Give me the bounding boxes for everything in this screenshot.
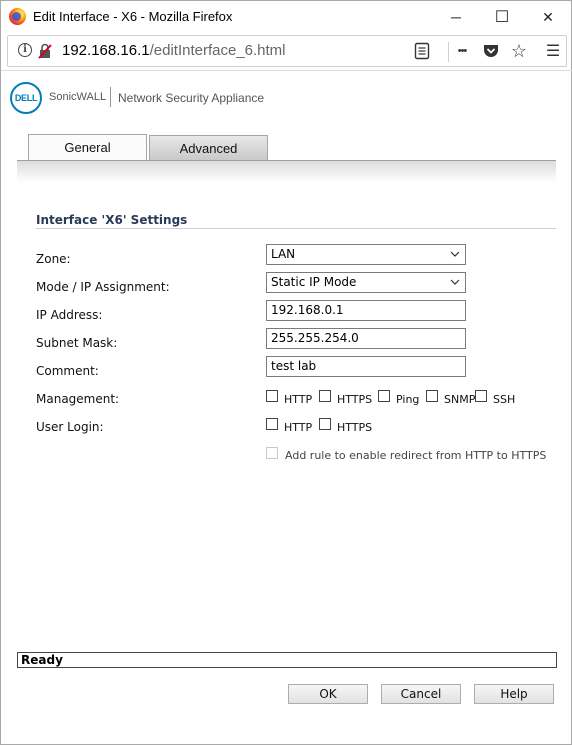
- toolbar-divider: [1, 70, 572, 71]
- zone-label: Zone:: [36, 252, 71, 266]
- info-icon[interactable]: i: [18, 43, 32, 57]
- section-divider: [36, 228, 556, 229]
- menu-icon[interactable]: ☰: [542, 40, 564, 62]
- section-title: Interface 'X6' Settings: [36, 213, 188, 227]
- minimize-button[interactable]: ─: [433, 1, 479, 33]
- mode-select[interactable]: Static IP Mode: [266, 272, 466, 293]
- tab-bar: [17, 160, 556, 183]
- user-login-http-checkbox[interactable]: [266, 418, 278, 430]
- chevron-down-icon: [450, 279, 460, 285]
- insecure-lock-icon[interactable]: [38, 43, 52, 59]
- url-bar[interactable]: i 192.168.16.1/editInterface_6.html ••• …: [7, 35, 567, 67]
- window-title: Edit Interface - X6 - Mozilla Firefox: [33, 9, 233, 24]
- user-login-https-label: HTTPS: [337, 421, 373, 434]
- management-http-checkbox[interactable]: [266, 390, 278, 402]
- zone-value: LAN: [271, 247, 296, 261]
- management-ssh-label: SSH: [493, 393, 516, 406]
- management-ping-label: Ping: [396, 393, 420, 406]
- tab-general[interactable]: General: [28, 134, 147, 160]
- management-https-label: HTTPS: [337, 393, 373, 406]
- management-ping-checkbox[interactable]: [378, 390, 390, 402]
- management-snmp-checkbox[interactable]: [426, 390, 438, 402]
- help-button[interactable]: Help: [474, 684, 554, 704]
- subnet-mask-label: Subnet Mask:: [36, 336, 118, 350]
- management-https-checkbox[interactable]: [319, 390, 331, 402]
- maximize-icon: ☐: [494, 9, 510, 26]
- comment-input[interactable]: test lab: [266, 356, 466, 377]
- url-text[interactable]: 192.168.16.1/editInterface_6.html: [62, 42, 286, 59]
- user-login-http-label: HTTP: [284, 421, 313, 434]
- comment-label: Comment:: [36, 364, 99, 378]
- title-bar: Edit Interface - X6 - Mozilla Firefox ─ …: [1, 1, 571, 33]
- redirect-label: Add rule to enable redirect from HTTP to…: [285, 449, 547, 462]
- dell-logo: DELL: [10, 82, 42, 114]
- user-login-label: User Login:: [36, 420, 104, 434]
- management-http-label: HTTP: [284, 393, 313, 406]
- subnet-mask-input[interactable]: 255.255.254.0: [266, 328, 466, 349]
- status-bar: Ready: [17, 652, 557, 668]
- close-window-button[interactable]: ✕: [525, 1, 571, 33]
- pocket-icon[interactable]: [482, 42, 500, 60]
- urlbar-separator: [448, 42, 449, 62]
- management-ssh-checkbox[interactable]: [475, 390, 487, 402]
- firefox-icon: [9, 8, 26, 25]
- cancel-button[interactable]: Cancel: [381, 684, 461, 704]
- reader-view-icon[interactable]: [414, 42, 430, 60]
- chevron-down-icon: [450, 251, 460, 257]
- mode-label: Mode / IP Assignment:: [36, 280, 170, 294]
- redirect-checkbox[interactable]: [266, 447, 278, 459]
- brand-sonicwall: SonicWALL: [49, 91, 107, 103]
- more-actions-icon[interactable]: •••: [451, 40, 473, 62]
- bookmark-star-icon[interactable]: ☆: [508, 40, 530, 62]
- minimize-icon: ─: [451, 9, 461, 25]
- close-icon: ✕: [542, 8, 554, 25]
- brand-divider: [110, 87, 111, 107]
- zone-select[interactable]: LAN: [266, 244, 466, 265]
- management-snmp-label: SNMP: [444, 393, 476, 406]
- url-path: /editInterface_6.html: [149, 42, 286, 59]
- url-host: 192.168.16.1: [62, 42, 150, 59]
- ok-button[interactable]: OK: [288, 684, 368, 704]
- user-login-https-checkbox[interactable]: [319, 418, 331, 430]
- maximize-button[interactable]: ☐: [479, 1, 525, 33]
- ip-address-input[interactable]: 192.168.0.1: [266, 300, 466, 321]
- management-label: Management:: [36, 392, 120, 406]
- firefox-window: Edit Interface - X6 - Mozilla Firefox ─ …: [0, 0, 572, 745]
- tab-advanced[interactable]: Advanced: [149, 135, 268, 160]
- brand-subtitle: Network Security Appliance: [118, 91, 265, 105]
- mode-value: Static IP Mode: [271, 275, 357, 289]
- ip-address-label: IP Address:: [36, 308, 103, 322]
